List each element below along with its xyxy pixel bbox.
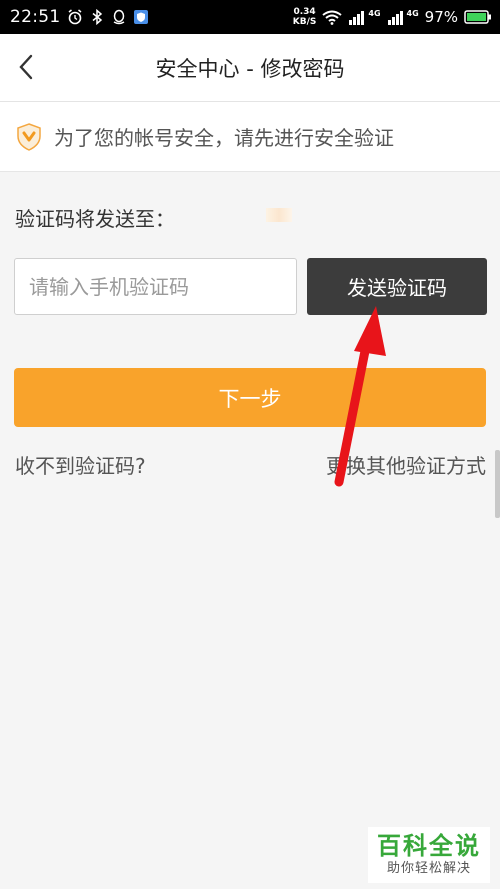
no-code-link[interactable]: 收不到验证码? <box>15 450 146 479</box>
network-type-label-1: 4G <box>368 8 381 18</box>
security-shield-icon <box>17 122 41 151</box>
watermark-main-text: 百科全说 <box>377 832 481 860</box>
status-time: 22:51 <box>10 7 61 27</box>
shield-app-icon <box>133 9 149 25</box>
watermark-sub-text: 助你轻松解决 <box>386 861 471 876</box>
signal-icon-1 <box>348 9 368 25</box>
watermark-logo: 百科全说 助你轻松解决 <box>368 827 490 883</box>
header: 安全中心 - 修改密码 <box>0 34 500 102</box>
qq-icon <box>111 9 127 25</box>
alarm-icon <box>67 9 83 25</box>
send-code-button[interactable]: 发送验证码 <box>307 258 487 315</box>
network-type-label-2: 4G <box>406 8 419 18</box>
page-title: 安全中心 - 修改密码 <box>155 57 345 81</box>
bluetooth-icon <box>89 9 105 25</box>
send-to-label: 验证码将发送至： <box>15 207 175 231</box>
next-step-button[interactable]: 下一步 <box>14 368 486 427</box>
battery-percent: 97% <box>424 8 458 26</box>
masked-phone-number <box>266 208 292 222</box>
battery-icon <box>464 9 492 25</box>
other-verification-link[interactable]: 更换其他验证方式 <box>326 450 486 479</box>
security-notice: 为了您的帐号安全，请先进行安全验证 <box>0 102 500 172</box>
wifi-icon <box>322 9 342 25</box>
security-notice-text: 为了您的帐号安全，请先进行安全验证 <box>54 126 394 150</box>
scrollbar[interactable] <box>495 450 500 518</box>
network-speed: 0.34 KB/S <box>293 7 317 27</box>
network-speed-unit: KB/S <box>292 17 317 27</box>
status-bar: 22:51 0.34 KB/S 4G 4G 97% <box>0 0 500 34</box>
signal-icon-2 <box>387 9 407 25</box>
verification-code-input[interactable] <box>14 258 297 315</box>
network-speed-value: 0.34 <box>293 7 316 17</box>
